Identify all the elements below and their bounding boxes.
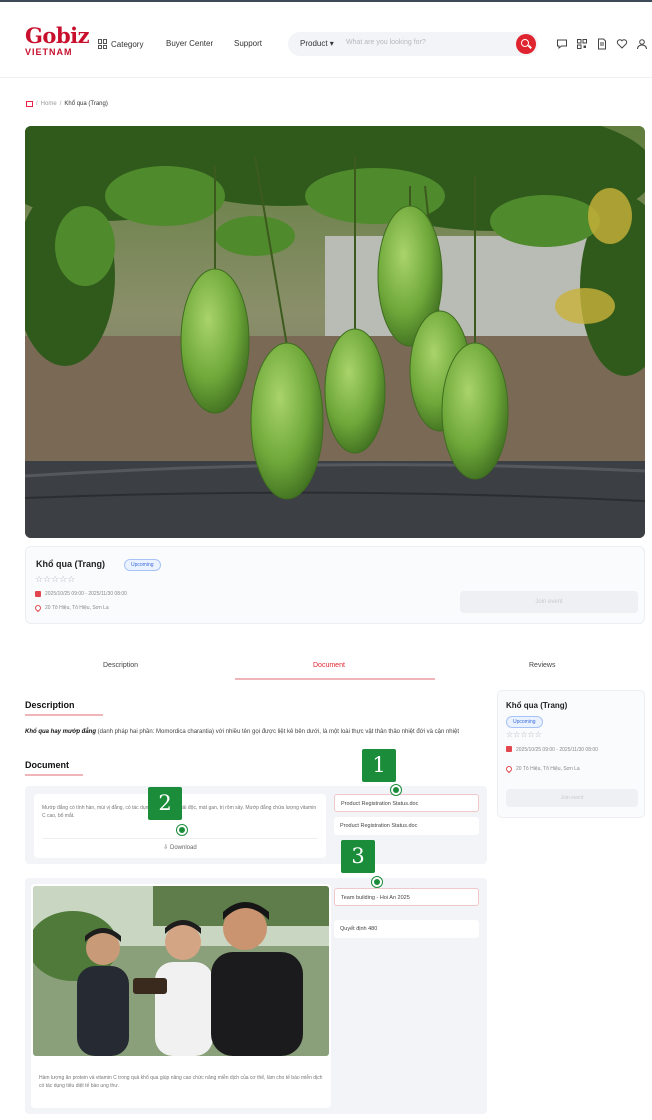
sidebar-join-event-button[interactable]: Join event xyxy=(506,789,638,807)
nav-support[interactable]: Support xyxy=(234,39,262,48)
grid-icon xyxy=(98,39,108,49)
sidebar-location-text: 20 Tô Hiệu, Tô Hiệu, Sơn La xyxy=(516,766,580,772)
calendar-icon xyxy=(35,591,41,597)
media-list-item[interactable]: Quyết định 480 xyxy=(334,920,479,938)
event-location-text: 20 Tô Hiệu, Tô Hiệu, Sơn La xyxy=(45,605,109,611)
annotation-point-3 xyxy=(372,877,382,887)
annotation-marker-3: 3 xyxy=(341,840,375,873)
description-body: (danh pháp hai phần: Momordica charantia… xyxy=(95,729,459,735)
tab-reviews[interactable]: Reviews xyxy=(529,662,555,669)
search-icon[interactable] xyxy=(516,34,536,54)
location-pin-icon xyxy=(504,764,514,774)
search-category-select[interactable]: Product ▾ xyxy=(300,39,334,48)
description-heading: Description xyxy=(25,700,75,710)
sidebar-status-badge: Upcoming xyxy=(506,716,543,728)
rating-stars[interactable]: ☆☆☆☆☆ xyxy=(35,574,75,585)
annotation-marker-1: 1 xyxy=(362,749,396,782)
document-heading: Document xyxy=(25,760,70,770)
description-lead: Khổ qua hay mướp đắng xyxy=(25,729,96,735)
sidebar-product-name: Khổ qua (Trang) xyxy=(506,701,568,710)
document-section: Mướp đắng có tính hàn, mùi vị đắng, có t… xyxy=(25,786,487,864)
product-info-card: Khổ qua (Trang) Upcoming ☆☆☆☆☆ 2025/10/2… xyxy=(25,546,645,624)
sidebar-event-location: 20 Tô Hiệu, Tô Hiệu, Sơn La xyxy=(504,764,580,774)
tab-description[interactable]: Description xyxy=(103,662,138,669)
nav-category[interactable]: Category xyxy=(98,39,143,49)
search-input[interactable]: What are you looking for? xyxy=(346,39,426,46)
document-list-item[interactable]: Product Registration Status.doc xyxy=(334,817,479,835)
site-header: Gobiz VIETNAM Category Buyer Center Supp… xyxy=(0,2,652,78)
breadcrumb-current: Khổ qua (Trang) xyxy=(64,101,108,107)
description-text: Khổ qua hay mướp đắng (danh pháp hai phầ… xyxy=(25,727,483,737)
document-heading-underline xyxy=(25,774,83,776)
sidebar-event-dates-text: 2025/10/25 09:00 - 2025/11/30 08:00 xyxy=(516,747,598,753)
event-location: 20 Tô Hiệu, Tô Hiệu, Sơn La xyxy=(33,603,109,613)
sidebar-event-card: Khổ qua (Trang) Upcoming ☆☆☆☆☆ 2025/10/2… xyxy=(497,690,645,818)
event-dates: 2025/10/25 09:00 - 2025/11/30 08:00 xyxy=(35,591,127,597)
breadcrumb: / Home / Khổ qua (Trang) xyxy=(26,101,108,107)
location-pin-icon xyxy=(33,603,43,613)
calendar-icon xyxy=(506,746,512,752)
description-heading-underline xyxy=(25,714,103,716)
logo-text-top: Gobiz xyxy=(25,23,90,48)
gobiz-logo[interactable]: Gobiz VIETNAM xyxy=(25,23,90,62)
breadcrumb-home[interactable]: Home xyxy=(41,101,57,107)
logo-text-bottom: VIETNAM xyxy=(25,47,73,57)
nav-category-label: Category xyxy=(111,39,144,49)
media-section: Hàm lượng ăn protein và vitamin C trong … xyxy=(25,878,487,1114)
download-button[interactable]: ⇩ Download xyxy=(34,844,326,851)
sidebar-event-dates: 2025/10/25 09:00 - 2025/11/30 08:00 xyxy=(506,746,638,754)
home-icon[interactable] xyxy=(26,101,33,107)
nav-buyer-center[interactable]: Buyer Center xyxy=(166,39,213,48)
product-hero-image xyxy=(25,126,645,538)
sidebar-rating-stars[interactable]: ☆☆☆☆☆ xyxy=(506,730,542,739)
qr-icon[interactable] xyxy=(576,37,588,49)
heart-icon[interactable] xyxy=(616,37,628,49)
team-photo[interactable] xyxy=(33,886,329,1056)
user-icon[interactable] xyxy=(636,37,648,50)
tab-document[interactable]: Document xyxy=(313,662,345,669)
active-tab-underline xyxy=(235,678,435,680)
product-name: Khổ qua (Trang) xyxy=(36,559,105,569)
document-icon[interactable] xyxy=(596,37,608,50)
media-caption: Hàm lượng ăn protein và vitamin C trong … xyxy=(39,1075,323,1089)
header-icons xyxy=(556,37,648,50)
annotation-point-1 xyxy=(391,785,401,795)
event-dates-text: 2025/10/25 09:00 - 2025/11/30 08:00 xyxy=(45,591,127,597)
chat-icon[interactable] xyxy=(556,37,568,50)
document-list-item[interactable]: Product Registration Status.doc xyxy=(334,794,479,812)
divider xyxy=(42,838,318,839)
search-bar: Product ▾ What are you looking for? xyxy=(288,32,538,56)
media-list-item[interactable]: Team building - Hoi An 2025 xyxy=(334,888,479,906)
annotation-point-2 xyxy=(177,825,187,835)
media-card: Hàm lượng ăn protein và vitamin C trong … xyxy=(31,884,331,1108)
content-tabs: Description Document Reviews xyxy=(25,654,645,682)
status-badge: Upcoming xyxy=(124,559,161,571)
join-event-button[interactable]: Join event xyxy=(460,591,638,613)
download-icon: ⇩ xyxy=(163,845,169,851)
annotation-marker-2: 2 xyxy=(148,787,182,820)
